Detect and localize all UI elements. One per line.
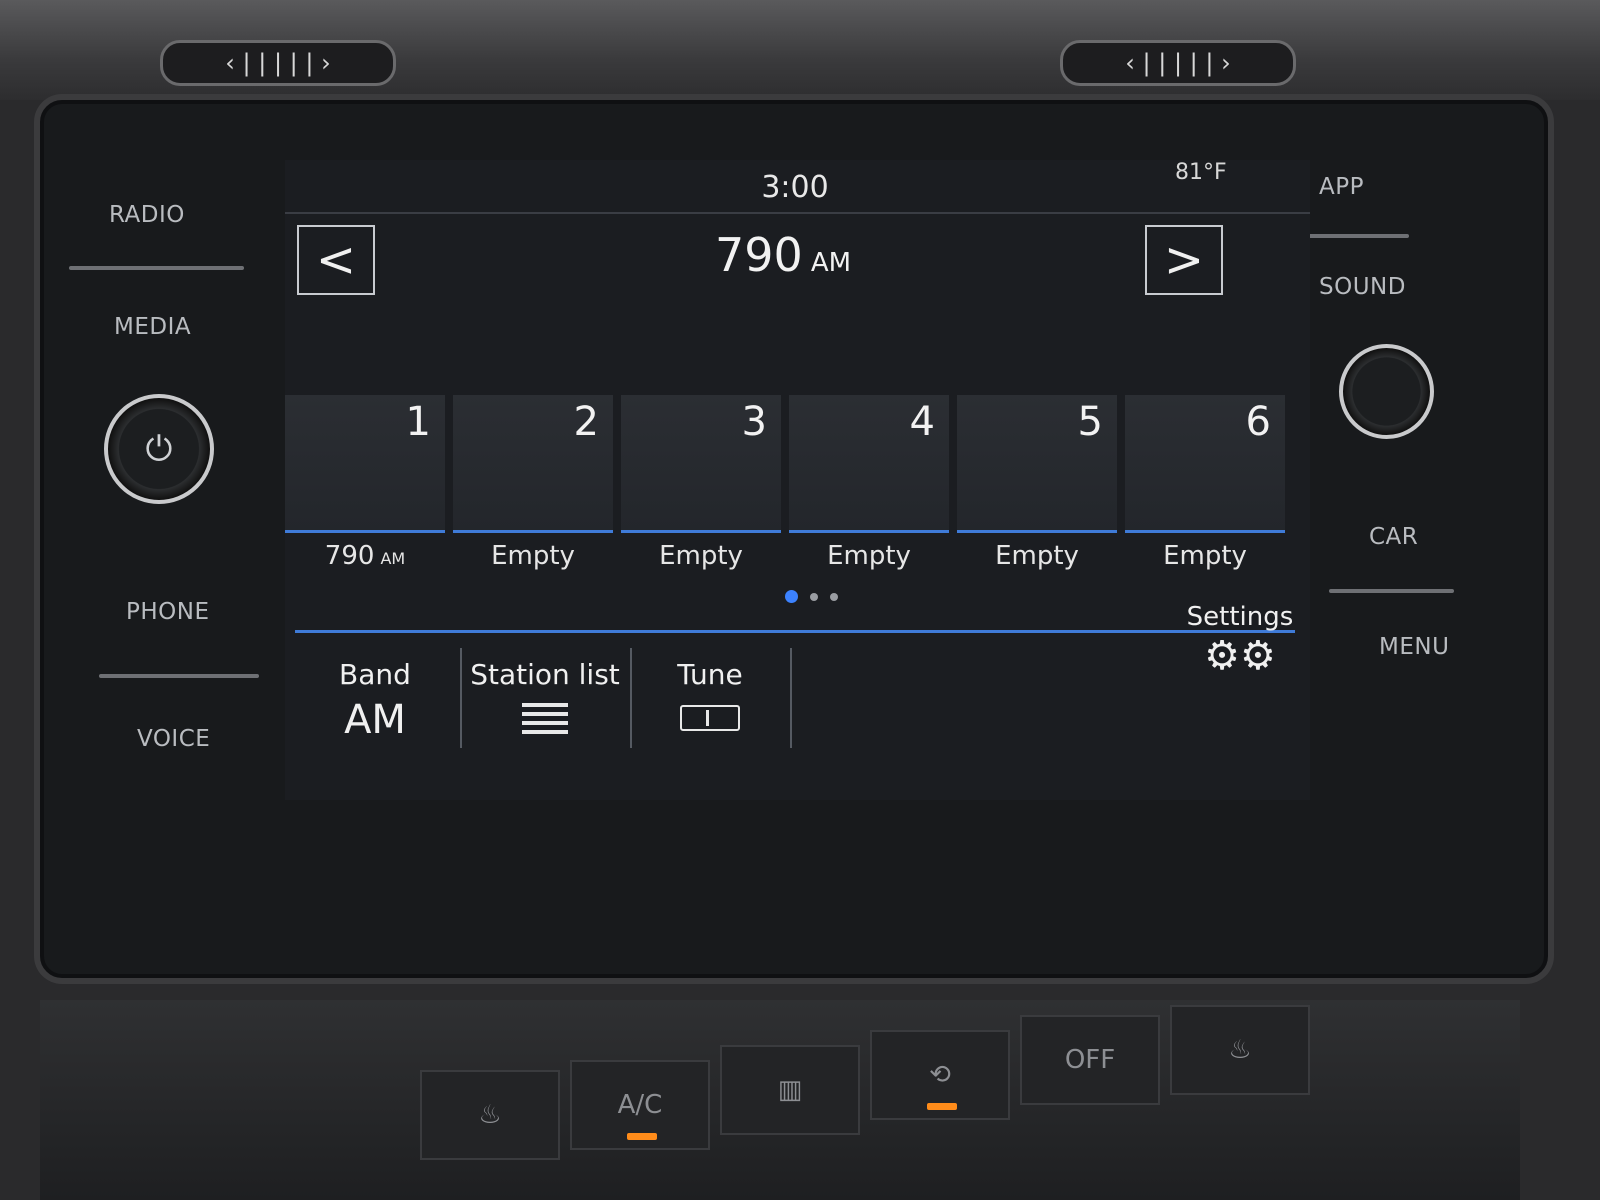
tune-knob[interactable] <box>1339 344 1434 439</box>
car-recirculation-icon: ⟲ <box>929 1060 951 1090</box>
preset-label: Empty <box>995 541 1079 571</box>
preset-number: 5 <box>1077 399 1103 445</box>
chevron-left-icon: < <box>315 232 357 288</box>
media-key[interactable]: MEDIA <box>114 314 191 340</box>
seat-heat-left-button[interactable]: ♨ <box>420 1070 560 1160</box>
divider <box>1329 589 1454 593</box>
volume-knob[interactable]: ⏻ <box>104 394 214 504</box>
preset-2[interactable]: 2 Empty <box>453 395 613 571</box>
preset-label: Empty <box>659 541 743 571</box>
radio-key[interactable]: RADIO <box>109 202 185 228</box>
bottom-divider <box>295 630 1295 633</box>
preset-5[interactable]: 5 Empty <box>957 395 1117 571</box>
seat-heat-icon: ♨ <box>1228 1035 1252 1065</box>
preset-number: 6 <box>1245 399 1271 445</box>
station-list-label: Station list <box>470 658 620 691</box>
power-icon: ⏻ <box>145 429 173 469</box>
rear-defrost-icon: ▥ <box>777 1075 803 1105</box>
air-vent-left[interactable]: ‹ | | | | | › <box>160 40 396 86</box>
page-indicator[interactable] <box>785 590 838 603</box>
previous-station-button[interactable]: < <box>297 225 375 295</box>
off-button[interactable]: OFF <box>1020 1015 1160 1105</box>
preset-list: 1 790 AM 2 Empty 3 Empty 4 Empty 5 Empty … <box>285 395 1285 595</box>
preset-label: Empty <box>827 541 911 571</box>
band-button[interactable]: Band AM <box>295 638 455 758</box>
chevron-right-icon: > <box>1163 232 1205 288</box>
divider <box>69 266 244 270</box>
radio-screen: 3:00 81°F < 790 AM > 1 790 AM 2 Empty 3 Em… <box>285 160 1310 800</box>
page-dot-3[interactable] <box>830 592 838 601</box>
band-value: AM <box>344 697 406 743</box>
rear-defrost-button[interactable]: ▥ <box>720 1045 860 1135</box>
page-dot-1[interactable] <box>785 590 798 603</box>
band-label: Band <box>339 658 411 691</box>
preset-3[interactable]: 3 Empty <box>621 395 781 571</box>
separator <box>630 648 632 748</box>
voice-key[interactable]: VOICE <box>137 726 210 752</box>
preset-number: 1 <box>405 399 431 445</box>
page-dot-2[interactable] <box>810 592 818 601</box>
station-list-button[interactable]: Station list <box>465 638 625 758</box>
clock: 3:00 <box>761 170 829 205</box>
bottom-toolbar: Band AM Station list Tune Settings ⚙⚙ <box>295 602 1295 768</box>
preset-number: 3 <box>741 399 767 445</box>
car-key[interactable]: CAR <box>1369 524 1418 550</box>
status-divider <box>285 212 1310 214</box>
ac-button[interactable]: A/C <box>570 1060 710 1150</box>
preset-label: Empty <box>491 541 575 571</box>
station-frequency: 790 <box>715 228 803 282</box>
outside-temperature: 81°F <box>1175 160 1227 185</box>
menu-key[interactable]: MENU <box>1379 634 1449 660</box>
phone-key[interactable]: PHONE <box>126 599 210 625</box>
settings-label: Settings <box>1186 602 1294 632</box>
list-icon <box>522 703 568 734</box>
ac-indicator <box>627 1133 657 1140</box>
separator <box>460 648 462 748</box>
separator <box>790 648 792 748</box>
preset-6[interactable]: 6 Empty <box>1125 395 1285 571</box>
preset-1[interactable]: 1 790 AM <box>285 395 445 571</box>
next-station-button[interactable]: > <box>1145 225 1223 295</box>
preset-label: 790 AM <box>324 541 406 571</box>
sound-key[interactable]: SOUND <box>1319 274 1406 300</box>
tune-label: Tune <box>677 658 743 691</box>
divider <box>99 674 259 678</box>
settings-button[interactable]: Settings ⚙⚙ <box>1185 602 1295 722</box>
station-band-unit: AM <box>810 248 852 278</box>
recirculation-button[interactable]: ⟲ <box>870 1030 1010 1120</box>
recirculation-indicator <box>927 1103 957 1110</box>
tuner-icon <box>680 705 740 731</box>
climate-panel: ♨ A/C ▥ ⟲ OFF ♨ <box>40 1000 1520 1200</box>
preset-4[interactable]: 4 Empty <box>789 395 949 571</box>
current-station: 790 AM <box>715 228 851 282</box>
gear-icon: ⚙⚙ <box>1204 633 1276 679</box>
preset-label: Empty <box>1163 541 1247 571</box>
seat-heat-right-button[interactable]: ♨ <box>1170 1005 1310 1095</box>
seat-heat-icon: ♨ <box>478 1100 502 1130</box>
app-key[interactable]: APP <box>1319 174 1364 200</box>
air-vent-right[interactable]: ‹ | | | | | › <box>1060 40 1296 86</box>
preset-number: 4 <box>909 399 935 445</box>
preset-number: 2 <box>573 399 599 445</box>
tune-button[interactable]: Tune <box>635 638 785 758</box>
